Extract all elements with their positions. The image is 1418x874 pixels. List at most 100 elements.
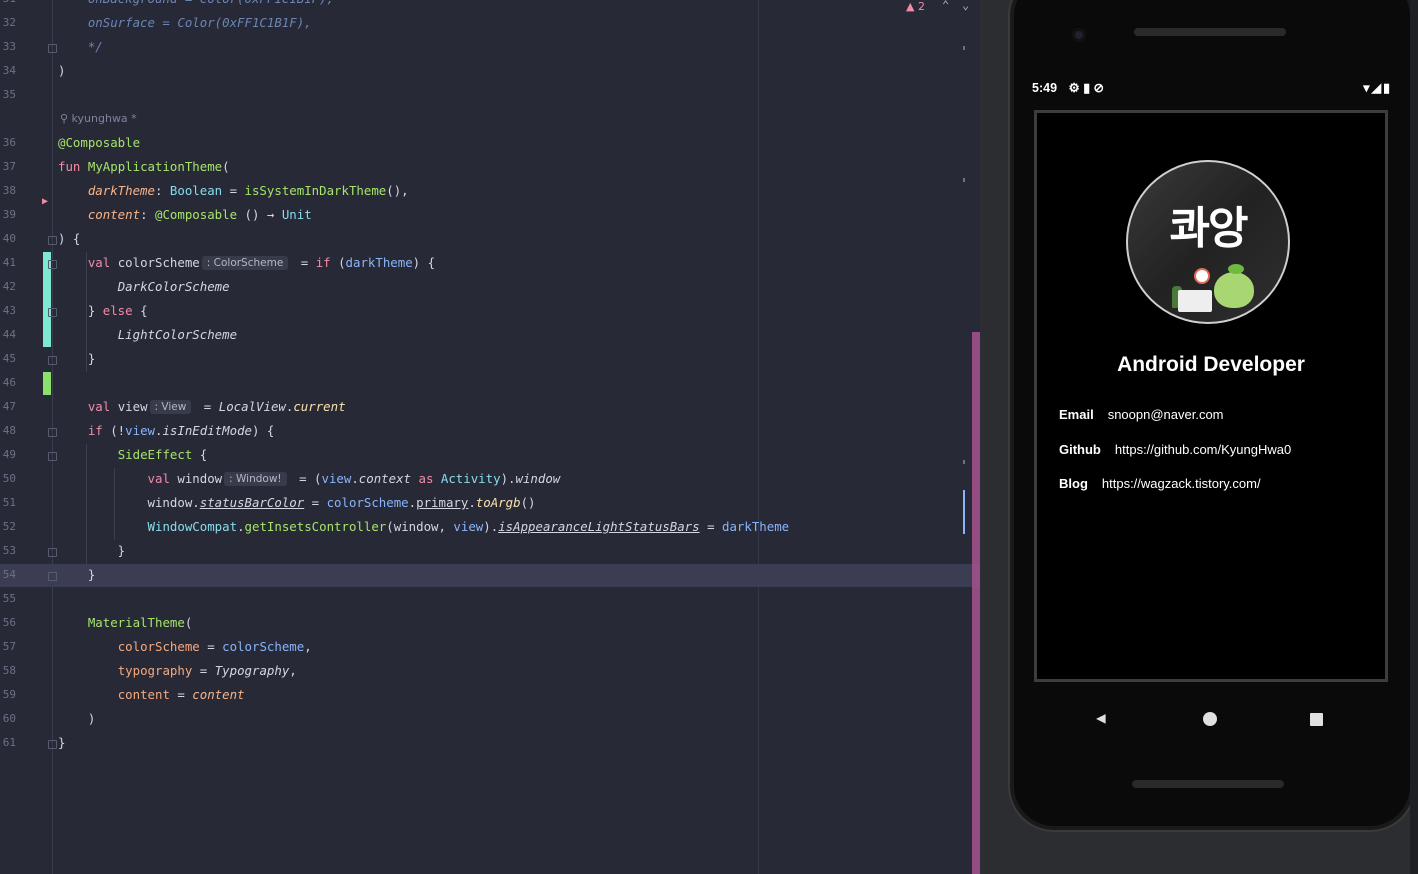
code-line[interactable]: 33 */ bbox=[0, 35, 980, 59]
emulator-scrollbar[interactable] bbox=[1410, 0, 1418, 874]
code-text[interactable]: */ bbox=[58, 35, 103, 59]
code-line[interactable]: 57 colorScheme = colorScheme, bbox=[0, 635, 980, 659]
line-number: 53 bbox=[2, 544, 16, 557]
line-number: 49 bbox=[2, 448, 16, 461]
status-time: 5:49 bbox=[1032, 81, 1058, 95]
status-bar: 5:49 ⚙ ▮ ⊘ ▾◢▮ bbox=[1032, 80, 1392, 98]
sprout-leaf-icon bbox=[1228, 264, 1244, 274]
code-line[interactable]: 36 @Composable bbox=[0, 131, 980, 155]
code-line[interactable]: 40) { bbox=[0, 227, 980, 251]
code-line[interactable]: 43 } else { bbox=[0, 299, 980, 323]
code-text[interactable]: typography = Typography, bbox=[58, 659, 297, 683]
code-line[interactable]: 45 } bbox=[0, 347, 980, 371]
code-line[interactable]: 32 onSurface = Color(0xFF1C1B1F), bbox=[0, 11, 980, 35]
editor-scrollbar[interactable] bbox=[972, 332, 980, 874]
home-icon[interactable] bbox=[1203, 712, 1217, 726]
line-number: 61 bbox=[2, 736, 16, 749]
code-line[interactable]: 31 onBackground = Color(0xFF1C1B1F), bbox=[0, 0, 980, 11]
author-hint[interactable]: ⚲ kyunghwa * bbox=[0, 107, 980, 131]
code-text[interactable]: window.statusBarColor = colorScheme.prim… bbox=[58, 491, 536, 515]
warning-icon: ▲ bbox=[906, 0, 915, 13]
device-frame: 5:49 ⚙ ▮ ⊘ ▾◢▮ 콰앙 Android Developer Emai… bbox=[1008, 0, 1416, 832]
code-line[interactable]: 56 MaterialTheme( bbox=[0, 611, 980, 635]
code-text[interactable]: DarkColorScheme bbox=[58, 275, 230, 299]
code-text[interactable]: ) { bbox=[58, 227, 80, 251]
code-line[interactable]: 47 val view: View = LocalView.current bbox=[0, 395, 980, 419]
code-line[interactable]: 48 if (!view.isInEditMode) { bbox=[0, 419, 980, 443]
author-label: ⚲ kyunghwa * bbox=[60, 112, 137, 125]
code-lines[interactable]: 31 onBackground = Color(0xFF1C1B1F),32 o… bbox=[0, 0, 980, 755]
line-number: 47 bbox=[2, 400, 16, 413]
code-text[interactable]: } bbox=[58, 731, 65, 755]
code-text[interactable]: } bbox=[58, 563, 95, 587]
code-text[interactable]: @Composable bbox=[58, 131, 140, 155]
line-number: 42 bbox=[2, 280, 16, 293]
info-row-email: Email snoopn@naver.com bbox=[1059, 407, 1224, 422]
app-screen: 콰앙 Android Developer Email snoopn@naver.c… bbox=[1034, 110, 1388, 682]
code-line[interactable]: 53 } bbox=[0, 539, 980, 563]
line-number: 34 bbox=[2, 64, 16, 77]
code-text[interactable]: content: @Composable () → Unit bbox=[58, 203, 312, 227]
code-text[interactable]: ) bbox=[58, 707, 95, 731]
profile-title: Android Developer bbox=[1117, 353, 1305, 376]
camera-icon bbox=[1072, 28, 1086, 42]
code-line[interactable]: 51 window.statusBarColor = colorScheme.p… bbox=[0, 491, 980, 515]
line-number: 39 bbox=[2, 208, 16, 221]
code-line[interactable]: 44 LightColorScheme bbox=[0, 323, 980, 347]
code-editor[interactable]: ▶ 31 onBackground = Color(0xFF1C1B1F),32… bbox=[0, 0, 980, 874]
line-number: 37 bbox=[2, 160, 16, 173]
code-text[interactable]: LightColorScheme bbox=[58, 323, 237, 347]
code-text[interactable]: if (!view.isInEditMode) { bbox=[58, 419, 275, 443]
code-text[interactable]: WindowCompat.getInsetsController(window,… bbox=[58, 515, 790, 539]
code-line[interactable]: 34) bbox=[0, 59, 980, 83]
code-line[interactable]: 46 bbox=[0, 371, 980, 395]
code-text[interactable]: MaterialTheme( bbox=[58, 611, 192, 635]
recents-icon[interactable] bbox=[1310, 713, 1323, 726]
code-line[interactable]: 37 fun MyApplicationTheme( bbox=[0, 155, 980, 179]
line-number: 33 bbox=[2, 40, 16, 53]
code-line[interactable]: 61} bbox=[0, 731, 980, 755]
code-line[interactable]: 42 DarkColorScheme bbox=[0, 275, 980, 299]
code-line[interactable]: 35 bbox=[0, 83, 980, 107]
navigation-bar: ◀ bbox=[1010, 708, 1414, 732]
code-text[interactable]: colorScheme = colorScheme, bbox=[58, 635, 312, 659]
info-value: https://wagzack.tistory.com/ bbox=[1101, 476, 1261, 491]
code-text[interactable]: fun MyApplicationTheme( bbox=[58, 155, 230, 179]
code-line[interactable]: 58 typography = Typography, bbox=[0, 659, 980, 683]
line-number: 38 bbox=[2, 184, 16, 197]
code-line[interactable]: 59 content = content bbox=[0, 683, 980, 707]
info-row-blog: Blog https://wagzack.tistory.com/ bbox=[1059, 476, 1261, 491]
code-line[interactable]: 60 ) bbox=[0, 707, 980, 731]
info-value: snoopn@naver.com bbox=[1107, 407, 1224, 422]
code-text[interactable]: darkTheme: Boolean = isSystemInDarkTheme… bbox=[58, 179, 409, 203]
code-line[interactable]: 54 } bbox=[0, 563, 980, 587]
code-text[interactable]: } bbox=[58, 347, 95, 371]
code-line[interactable]: 50 val window: Window! = (view.context a… bbox=[0, 467, 980, 491]
previous-highlight-icon[interactable]: ⌃ bbox=[942, 0, 949, 12]
code-line[interactable]: 39 content: @Composable () → Unit bbox=[0, 203, 980, 227]
back-icon[interactable]: ◀ bbox=[1096, 708, 1106, 727]
code-line[interactable]: 52 WindowCompat.getInsetsController(wind… bbox=[0, 515, 980, 539]
code-text[interactable]: val window: Window! = (view.context as A… bbox=[58, 467, 560, 491]
code-text[interactable]: onBackground = Color(0xFF1C1B1F), bbox=[58, 0, 334, 11]
code-line[interactable]: 49 SideEffect { bbox=[0, 443, 980, 467]
next-highlight-icon[interactable]: ⌄ bbox=[962, 0, 969, 12]
code-text[interactable]: val colorScheme: ColorScheme = if (darkT… bbox=[58, 251, 435, 275]
scroll-mark bbox=[963, 178, 965, 182]
code-text[interactable]: ) bbox=[58, 59, 65, 83]
line-number: 58 bbox=[2, 664, 16, 677]
warning-count: 2 bbox=[917, 0, 925, 13]
code-line[interactable]: 38 darkTheme: Boolean = isSystemInDarkTh… bbox=[0, 179, 980, 203]
code-line[interactable]: 55 bbox=[0, 587, 980, 611]
code-text[interactable]: } bbox=[58, 539, 125, 563]
avatar-logo-text: 콰앙 bbox=[1169, 203, 1249, 254]
code-text[interactable]: val view: View = LocalView.current bbox=[58, 395, 346, 419]
inspection-widget[interactable]: ▲ 2 bbox=[906, 0, 925, 14]
code-line[interactable]: 41 val colorScheme: ColorScheme = if (da… bbox=[0, 251, 980, 275]
code-text[interactable]: content = content bbox=[58, 683, 245, 707]
status-icons-right: ▾◢▮ bbox=[1363, 81, 1392, 95]
code-text[interactable]: } else { bbox=[58, 299, 148, 323]
code-text[interactable]: onSurface = Color(0xFF1C1B1F), bbox=[58, 11, 312, 35]
code-text[interactable]: SideEffect { bbox=[58, 443, 208, 467]
scroll-mark bbox=[963, 460, 965, 464]
